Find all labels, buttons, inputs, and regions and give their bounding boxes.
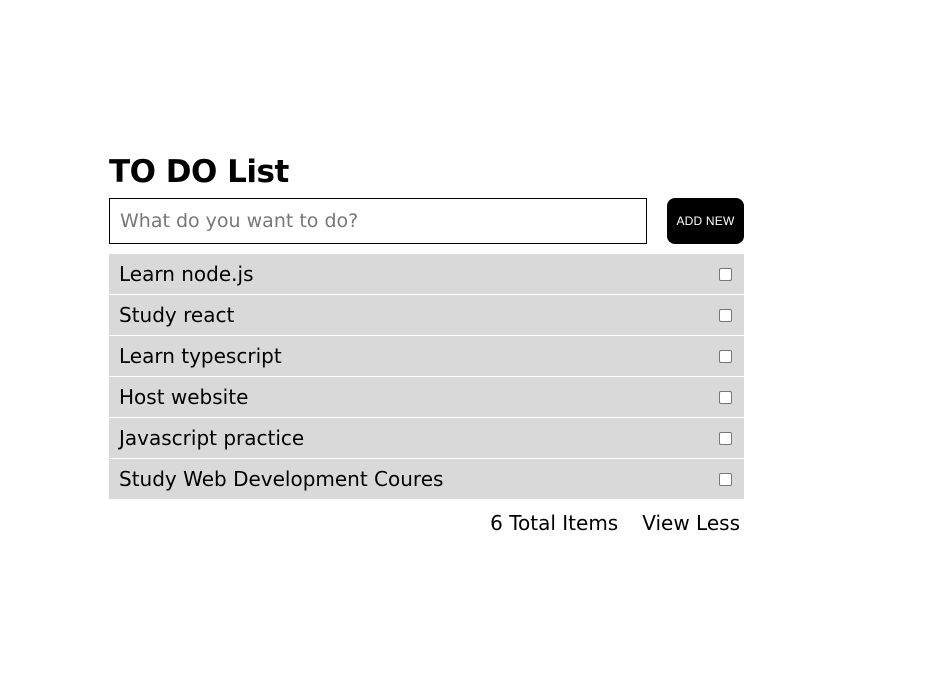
todo-item-checkbox[interactable] — [719, 472, 732, 486]
todo-item-text: Host website — [119, 385, 249, 409]
todo-item: Javascript practice — [109, 418, 744, 458]
todo-item-text: Study react — [119, 303, 235, 327]
todo-item-checkbox[interactable] — [719, 349, 732, 363]
todo-item-checkbox[interactable] — [719, 431, 732, 445]
todo-input[interactable] — [109, 198, 647, 244]
todo-item: Learn typescript — [109, 336, 744, 376]
todo-item-checkbox[interactable] — [719, 308, 732, 322]
todo-item: Study react — [109, 295, 744, 335]
add-new-button[interactable]: ADD NEW — [667, 198, 744, 244]
todo-app: TO DO List ADD NEW Learn node.js Study r… — [109, 150, 744, 537]
page-title: TO DO List — [109, 154, 289, 190]
todo-item-text: Learn typescript — [119, 344, 282, 368]
view-less-link[interactable]: View Less — [642, 511, 740, 535]
todo-item: Learn node.js — [109, 254, 744, 294]
todo-item: Study Web Development Coures — [109, 459, 744, 499]
todo-item: Host website — [109, 377, 744, 417]
todo-item-checkbox[interactable] — [719, 267, 732, 281]
todo-item-text: Learn node.js — [119, 262, 254, 286]
todo-item-checkbox[interactable] — [719, 390, 732, 404]
todo-list: Learn node.js Study react Learn typescri… — [109, 254, 744, 499]
todo-item-text: Javascript practice — [119, 426, 305, 450]
list-footer: 6 Total Items View Less — [109, 509, 744, 537]
add-todo-form: ADD NEW — [109, 198, 744, 244]
total-items-count: 6 Total Items — [490, 511, 619, 535]
todo-item-text: Study Web Development Coures — [119, 467, 444, 491]
